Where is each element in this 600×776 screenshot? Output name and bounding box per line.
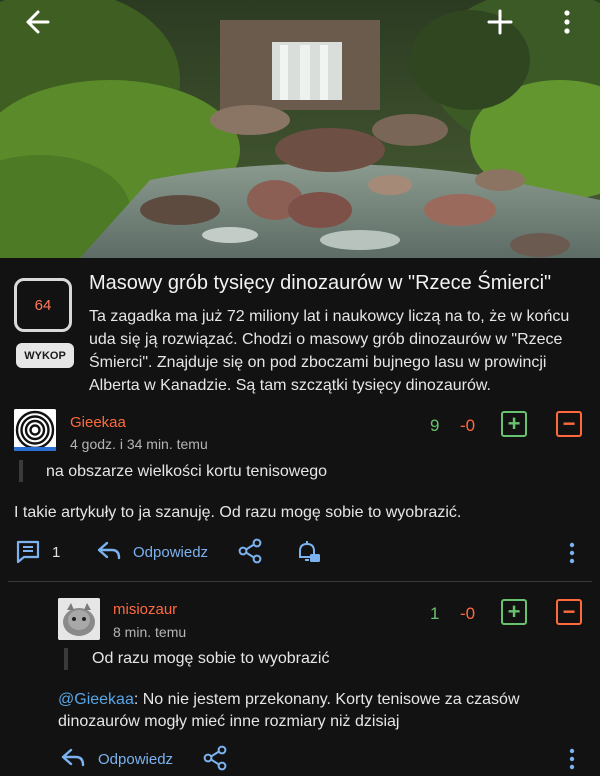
share-button[interactable]: [202, 745, 228, 776]
vote-count-box: 64: [14, 278, 72, 332]
votes-plus-count: 1: [430, 604, 440, 623]
kebab-icon: [569, 542, 575, 564]
post-description: Ta zagadka ma już 72 miliony lat i nauko…: [89, 308, 570, 394]
comment-menu-button[interactable]: [568, 542, 575, 569]
votes-minus-count: -0: [460, 604, 476, 623]
comment-username[interactable]: misiozaur: [113, 601, 177, 618]
votes-minus-count: -0: [460, 416, 476, 435]
avatar[interactable]: [58, 598, 100, 640]
bell-icon: [299, 541, 320, 562]
waterfall-landscape: [0, 0, 600, 258]
upvote-button[interactable]: +: [501, 411, 527, 437]
share-button[interactable]: [237, 538, 263, 569]
hero-image: [0, 0, 600, 258]
vote-count: 64: [34, 296, 52, 314]
comment-menu-button[interactable]: [568, 748, 575, 775]
cat-avatar-icon: [58, 598, 100, 640]
reply-arrow-icon: [61, 748, 85, 767]
reply-button[interactable]: Odpowiedz: [98, 751, 173, 768]
comment-timestamp: 8 min. temu: [113, 624, 187, 640]
comment-text: I takie artykuły to ja szanuję. Od razu …: [14, 504, 462, 521]
divider: [8, 581, 592, 582]
comments-icon: [16, 540, 40, 564]
overflow-menu-button[interactable]: [552, 6, 582, 38]
quote-bar: [64, 648, 68, 670]
replies-button[interactable]: [14, 539, 42, 570]
notify-button[interactable]: [294, 538, 322, 571]
share-icon: [238, 538, 262, 564]
share-icon: [203, 745, 227, 771]
avatar[interactable]: [14, 409, 56, 451]
comment-username[interactable]: Gieekaa: [70, 414, 126, 431]
downvote-button[interactable]: −: [556, 599, 582, 625]
quote-bar: [19, 460, 23, 482]
comment-timestamp: 4 godz. i 34 min. temu: [70, 436, 208, 452]
replies-count: 1: [52, 544, 61, 561]
arrow-left-icon: [26, 10, 50, 34]
votes-plus-count: 9: [430, 416, 440, 435]
upvote-button[interactable]: +: [501, 599, 527, 625]
kebab-icon: [564, 10, 570, 34]
back-button[interactable]: [20, 6, 60, 38]
spiral-avatar-icon: [14, 409, 56, 451]
reply-button[interactable]: Odpowiedz: [133, 544, 208, 561]
comment-text: @Gieekaa: No nie jestem przekonany. Kort…: [58, 689, 588, 733]
post-title[interactable]: Masowy grób tysięcy dinozaurów w "Rzece …: [89, 272, 589, 295]
kebab-icon: [569, 748, 575, 770]
wykop-button[interactable]: WYKOP: [16, 343, 74, 368]
add-button[interactable]: [482, 6, 522, 38]
reply-arrow-icon: [97, 541, 121, 560]
plus-icon: [487, 9, 513, 35]
comment-quote: Od razu mogę sobie to wyobrazić: [92, 650, 330, 667]
comment-quote: na obszarze wielkości kortu tenisowego: [46, 463, 328, 480]
user-mention-link[interactable]: @Gieekaa: [58, 691, 134, 708]
downvote-button[interactable]: −: [556, 411, 582, 437]
reply-icon-button[interactable]: [60, 746, 86, 775]
reply-icon-button[interactable]: [96, 539, 122, 568]
